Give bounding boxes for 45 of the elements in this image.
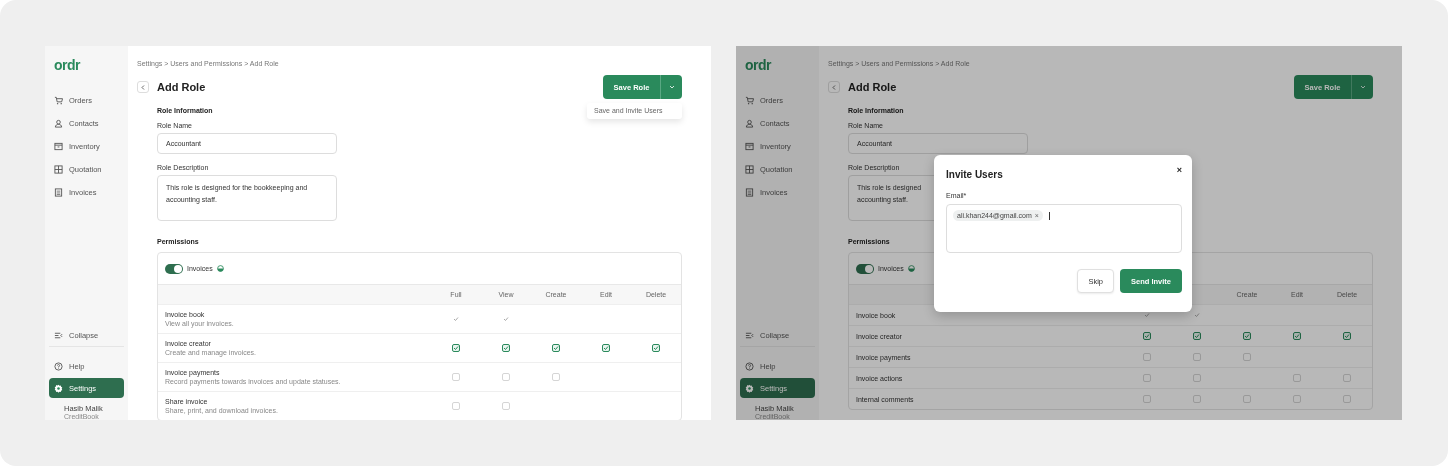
permission-checkbox[interactable] bbox=[1193, 332, 1201, 340]
back-button[interactable] bbox=[137, 81, 149, 93]
collapse-icon bbox=[54, 330, 63, 340]
collapse-icon bbox=[745, 330, 754, 340]
chevron-down-icon bbox=[668, 85, 675, 89]
settings-icon bbox=[745, 383, 754, 393]
permission-checkbox[interactable] bbox=[602, 344, 610, 352]
dropdown-button[interactable] bbox=[660, 75, 682, 99]
permission-checkbox[interactable] bbox=[452, 344, 460, 352]
calculator-icon bbox=[54, 165, 63, 174]
settings-icon bbox=[54, 383, 63, 393]
permission-checkbox[interactable] bbox=[1293, 332, 1301, 340]
permission-checkbox[interactable] bbox=[502, 344, 510, 352]
back-button[interactable] bbox=[828, 81, 840, 93]
page-title: Add Role bbox=[848, 81, 897, 93]
person-icon bbox=[54, 119, 63, 128]
cart-icon bbox=[745, 96, 754, 105]
chevron-left-icon bbox=[141, 84, 145, 90]
page-title: Add Role bbox=[157, 81, 206, 93]
calculator-icon bbox=[745, 165, 754, 174]
text-cursor bbox=[1048, 212, 1050, 220]
archive-box-icon bbox=[745, 142, 754, 151]
toggle-switch[interactable] bbox=[165, 263, 183, 274]
logo: ordr bbox=[745, 57, 771, 73]
document-icon bbox=[745, 188, 754, 197]
permission-checkbox[interactable] bbox=[1343, 332, 1351, 340]
dialog-title: Invite Users bbox=[946, 169, 1003, 180]
archive-box-icon bbox=[54, 142, 63, 151]
dropdown-button[interactable] bbox=[1351, 75, 1373, 99]
toggle-switch[interactable] bbox=[856, 263, 874, 274]
help-icon bbox=[745, 362, 754, 371]
half-circle-icon bbox=[907, 265, 915, 272]
close-button[interactable]: × bbox=[1176, 165, 1182, 175]
half-circle-icon bbox=[216, 265, 224, 272]
permission-checkbox[interactable] bbox=[652, 344, 660, 352]
logo: ordr bbox=[54, 57, 80, 73]
permission-checkbox[interactable] bbox=[1143, 332, 1151, 340]
help-icon bbox=[54, 362, 63, 371]
person-icon bbox=[745, 119, 754, 128]
cart-icon bbox=[54, 96, 63, 105]
permission-checkbox[interactable] bbox=[1243, 332, 1251, 340]
permission-checkbox[interactable] bbox=[552, 344, 560, 352]
chevron-down-icon bbox=[1359, 85, 1366, 89]
chevron-left-icon bbox=[832, 84, 836, 90]
document-icon bbox=[54, 188, 63, 197]
